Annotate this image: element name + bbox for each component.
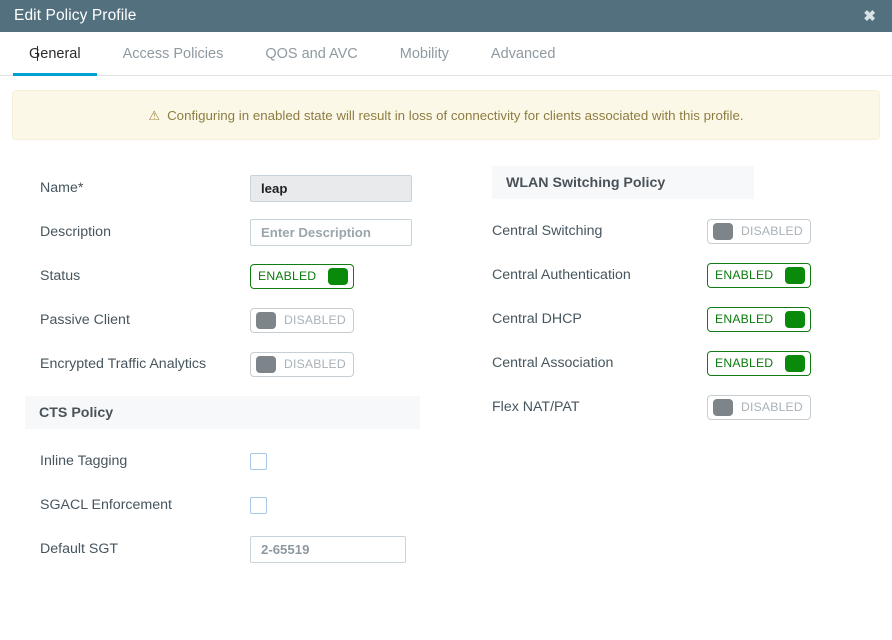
dialog-title: Edit Policy Profile [14, 7, 137, 24]
label-default-sgt: Default SGT [40, 541, 119, 557]
label-central-dhcp: Central DHCP [492, 311, 582, 327]
field-sgacl-enforcement [250, 496, 267, 514]
status-toggle-label: ENABLED [258, 269, 317, 283]
passive-client-toggle-label: DISABLED [284, 313, 346, 327]
central-authentication-toggle-label: ENABLED [715, 268, 774, 282]
text-caret [37, 46, 38, 61]
central-switching-toggle[interactable]: DISABLED [707, 218, 811, 244]
field-row-sgacl-enforcement: SGACL Enforcement [40, 483, 470, 527]
toggle-knob [785, 354, 805, 372]
field-passive-client: DISABLED [250, 307, 354, 333]
label-flex-nat-pat: Flex NAT/PAT [492, 399, 580, 415]
label-passive-client: Passive Client [40, 312, 130, 328]
field-row-default-sgt: Default SGT 2-65519 [40, 527, 470, 571]
field-encrypted-traffic-analytics: DISABLED [250, 351, 354, 377]
label-encrypted-traffic-analytics: Encrypted Traffic Analytics [40, 356, 207, 372]
flex-nat-pat-toggle[interactable]: DISABLED [707, 394, 811, 420]
warning-banner-wrapper: ⚠ Configuring in enabled state will resu… [0, 76, 892, 140]
field-central-switching: DISABLED [707, 218, 811, 244]
section-header-cts-policy: CTS Policy [25, 396, 420, 429]
tab-access-policies-label: Access Policies [122, 45, 224, 62]
toggle-knob [785, 310, 805, 328]
field-row-central-switching: Central Switching DISABLED [492, 209, 892, 253]
field-name: leap [250, 174, 412, 202]
warning-triangle-icon: ⚠ [148, 107, 161, 123]
inline-tagging-checkbox[interactable] [250, 452, 267, 470]
field-central-authentication: ENABLED [707, 262, 811, 288]
central-authentication-toggle[interactable]: ENABLED [707, 262, 811, 288]
dialog-titlebar: Edit Policy Profile ✖ [0, 0, 892, 32]
toggle-knob [256, 311, 276, 329]
tab-advanced-label: Advanced [490, 45, 556, 62]
warning-banner: ⚠ Configuring in enabled state will resu… [12, 90, 880, 140]
toggle-knob [713, 222, 733, 240]
field-central-association: ENABLED [707, 350, 811, 376]
field-row-flex-nat-pat: Flex NAT/PAT DISABLED [492, 385, 892, 429]
description-input[interactable]: Enter Description [250, 218, 412, 246]
field-row-encrypted-traffic-analytics: Encrypted Traffic Analytics DISABLED [40, 342, 470, 386]
tab-general[interactable]: General [8, 32, 102, 76]
field-inline-tagging [250, 452, 267, 470]
field-central-dhcp: ENABLED [707, 306, 811, 332]
status-toggle[interactable]: ENABLED [250, 263, 354, 289]
central-switching-toggle-label: DISABLED [741, 224, 803, 238]
field-row-inline-tagging: Inline Tagging [40, 439, 470, 483]
toggle-knob [713, 398, 733, 416]
encrypted-traffic-analytics-toggle-label: DISABLED [284, 357, 346, 371]
default-sgt-input[interactable]: 2-65519 [250, 535, 406, 563]
field-row-status: Status ENABLED [40, 254, 470, 298]
field-row-central-dhcp: Central DHCP ENABLED [492, 297, 892, 341]
tab-advanced[interactable]: Advanced [470, 32, 577, 75]
name-input[interactable]: leap [250, 174, 412, 202]
toggle-knob [328, 267, 348, 285]
encrypted-traffic-analytics-toggle[interactable]: DISABLED [250, 351, 354, 377]
label-central-association: Central Association [492, 355, 614, 371]
field-row-central-association: Central Association ENABLED [492, 341, 892, 385]
right-column: WLAN Switching Policy Central Switching … [470, 166, 892, 571]
close-icon[interactable]: ✖ [859, 7, 880, 26]
left-column: Name* leap Description Enter Description… [0, 166, 470, 571]
tab-bar: General Access Policies QOS and AVC Mobi… [0, 32, 892, 76]
central-association-toggle-label: ENABLED [715, 356, 774, 370]
central-dhcp-toggle[interactable]: ENABLED [707, 306, 811, 332]
tab-access-policies[interactable]: Access Policies [102, 32, 245, 75]
section-header-wlan-switching-policy: WLAN Switching Policy [492, 166, 754, 199]
label-status: Status [40, 268, 81, 284]
central-association-toggle[interactable]: ENABLED [707, 350, 811, 376]
label-sgacl-enforcement: SGACL Enforcement [40, 497, 172, 513]
form-content: Name* leap Description Enter Description… [0, 140, 892, 571]
warning-banner-text: Configuring in enabled state will result… [167, 107, 744, 123]
tab-qos-and-avc-label: QOS and AVC [265, 45, 358, 62]
central-dhcp-toggle-label: ENABLED [715, 312, 774, 326]
field-row-central-authentication: Central Authentication ENABLED [492, 253, 892, 297]
tab-qos-and-avc[interactable]: QOS and AVC [244, 32, 378, 75]
label-name: Name* [40, 180, 84, 196]
toggle-knob [785, 266, 805, 284]
flex-nat-pat-toggle-label: DISABLED [741, 400, 803, 414]
field-row-name: Name* leap [40, 166, 470, 210]
label-description: Description [40, 224, 111, 240]
field-description: Enter Description [250, 218, 412, 246]
label-inline-tagging: Inline Tagging [40, 453, 128, 469]
label-central-authentication: Central Authentication [492, 267, 631, 283]
field-flex-nat-pat: DISABLED [707, 394, 811, 420]
field-row-passive-client: Passive Client DISABLED [40, 298, 470, 342]
field-status: ENABLED [250, 263, 354, 289]
tab-mobility[interactable]: Mobility [379, 32, 470, 75]
field-row-description: Description Enter Description [40, 210, 470, 254]
toggle-knob [256, 355, 276, 373]
label-central-switching: Central Switching [492, 223, 603, 239]
passive-client-toggle[interactable]: DISABLED [250, 307, 354, 333]
sgacl-enforcement-checkbox[interactable] [250, 496, 267, 514]
tab-mobility-label: Mobility [399, 45, 449, 62]
field-default-sgt: 2-65519 [250, 535, 406, 563]
